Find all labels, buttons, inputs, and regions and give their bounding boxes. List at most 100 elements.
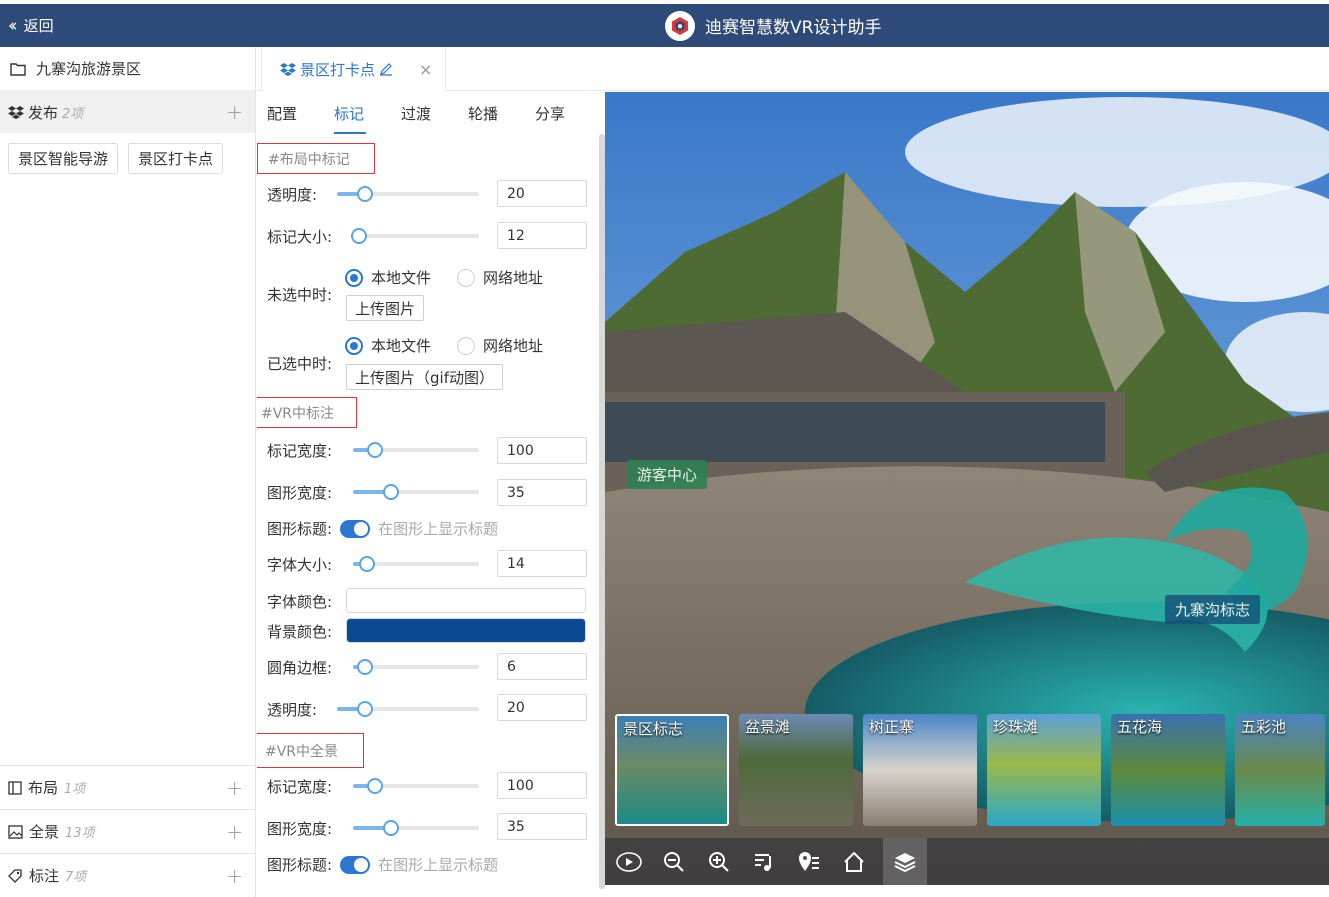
shape-width2-slider[interactable] — [353, 820, 479, 836]
marker-width-input[interactable]: 100 — [497, 437, 587, 464]
font-color-picker[interactable] — [346, 588, 586, 613]
shape-title2-row: 图形标题: 在图形上显示标题 — [267, 854, 498, 875]
section-vr-annotation: #VR中标注 — [257, 397, 357, 428]
shape-width-row: 图形宽度: — [267, 482, 332, 503]
unselected-local-radio[interactable]: 本地文件 — [345, 267, 431, 288]
shape-width-slider[interactable] — [353, 484, 479, 500]
opacity2-slider[interactable] — [337, 701, 479, 717]
shape-width-input[interactable]: 35 — [497, 479, 587, 506]
edit-icon[interactable] — [379, 62, 393, 76]
subtab-share[interactable]: 分享 — [535, 92, 602, 134]
scene-thumbnail[interactable]: 盆景滩 — [739, 714, 853, 826]
subtab-transition[interactable]: 过渡 — [401, 92, 468, 134]
tab-scenic-checkin[interactable]: 景区打卡点 × — [261, 47, 446, 91]
hotspot-jiuzhaigou-sign[interactable]: 九寨沟标志 — [1165, 595, 1261, 624]
font-size-label: 字体大小: — [267, 556, 333, 574]
marker-width2-row: 标记宽度: — [267, 776, 332, 797]
marker-width-slider[interactable] — [353, 442, 479, 458]
add-layout-button[interactable]: + — [226, 776, 243, 800]
sidebar-section-annotation[interactable]: 标注 7项 + — [0, 853, 255, 897]
marker-size-input[interactable]: 12 — [497, 222, 587, 249]
shape-title2-toggle[interactable] — [340, 855, 371, 874]
font-color-row: 字体颜色: — [267, 591, 332, 612]
font-size-input[interactable]: 14 — [497, 550, 587, 577]
selected-network-radio[interactable]: 网络地址 — [457, 335, 543, 356]
upload-gif-button[interactable]: 上传图片（gif动图） — [346, 364, 503, 390]
unselected-source-radios: 本地文件 网络地址 — [345, 267, 543, 288]
location-list-icon[interactable] — [793, 846, 824, 877]
selected-row: 已选中时: — [267, 353, 332, 374]
opacity2-label: 透明度: — [267, 701, 318, 719]
tab-label: 景区打卡点 — [300, 60, 376, 79]
music-icon[interactable] — [748, 846, 779, 877]
shape-title-hint: 在图形上显示标题 — [378, 520, 499, 538]
top-bar: ‹‹ 返回 迪赛智慧数VR设计助手 — [0, 4, 1329, 47]
add-publish-button[interactable]: + — [226, 100, 243, 124]
project-row[interactable]: 九寨沟旅游景区 — [0, 47, 255, 91]
unselected-network-radio[interactable]: 网络地址 — [457, 267, 543, 288]
font-size-slider[interactable] — [353, 556, 479, 572]
config-subtabs: 配置 标记 过渡 轮播 分享 — [257, 92, 605, 134]
marker-width2-slider[interactable] — [353, 778, 479, 794]
document-tabs: 景区打卡点 × — [257, 47, 1329, 91]
play-tour-icon[interactable] — [613, 846, 644, 877]
folder-icon — [10, 62, 26, 76]
sidebar-section-panorama[interactable]: 全景 13项 + — [0, 809, 255, 853]
shape-width-label: 图形宽度: — [267, 484, 333, 502]
shape-title-row: 图形标题: 在图形上显示标题 — [267, 518, 498, 539]
radius-slider[interactable] — [353, 659, 479, 675]
opacity-slider[interactable] — [337, 186, 479, 202]
subtab-carousel[interactable]: 轮播 — [468, 92, 535, 134]
opacity-input[interactable]: 20 — [497, 180, 587, 207]
scene-thumbnail[interactable]: 景区标志 — [615, 714, 729, 826]
config-panel: 配置 标记 过渡 轮播 分享 #布局中标记 透明度: 20 标记大小: 12 未… — [257, 92, 605, 897]
scene-thumbnail[interactable]: 珍珠滩 — [987, 714, 1101, 826]
marker-size-label: 标记大小: — [267, 228, 333, 246]
opacity-row: 透明度: — [267, 184, 317, 205]
scene-thumbnail[interactable]: 五花海 — [1111, 714, 1225, 826]
vr-viewer[interactable]: 游客中心 九寨沟标志 景区标志 盆景滩 树正寨 珍珠滩 五花海 五彩池 — [605, 92, 1329, 885]
shape-width2-row: 图形宽度: — [267, 818, 332, 839]
marker-width2-input[interactable]: 100 — [497, 772, 587, 799]
publish-chip-checkin[interactable]: 景区打卡点 — [128, 143, 224, 174]
layers-icon[interactable] — [883, 838, 927, 885]
scene-thumbnail[interactable]: 树正寨 — [863, 714, 977, 826]
marker-width-row: 标记宽度: — [267, 440, 332, 461]
zoom-out-icon[interactable] — [658, 846, 689, 877]
shape-width2-input[interactable]: 35 — [497, 813, 587, 840]
add-annotation-button[interactable]: + — [226, 864, 243, 888]
dropbox-icon — [280, 63, 296, 76]
publish-chips: 景区智能导游 景区打卡点 — [0, 133, 255, 184]
close-tab-icon[interactable]: × — [419, 60, 432, 79]
home-icon[interactable] — [838, 846, 869, 877]
project-name: 九寨沟旅游景区 — [36, 60, 142, 78]
sidebar-section-layout[interactable]: 布局 1项 + — [0, 765, 255, 809]
shape-title-toggle[interactable] — [340, 519, 371, 538]
double-chevron-left-icon: ‹‹ — [8, 15, 17, 36]
bg-color-picker[interactable] — [346, 618, 586, 643]
section-count: 13项 — [65, 826, 95, 841]
shape-title-label: 图形标题: — [267, 520, 333, 538]
back-label: 返回 — [23, 17, 54, 35]
image-icon — [8, 824, 23, 839]
bg-color-label: 背景颜色: — [267, 623, 333, 641]
section-count: 1项 — [64, 782, 86, 797]
opacity2-input[interactable]: 20 — [497, 694, 587, 721]
marker-size-slider[interactable] — [351, 228, 479, 244]
publish-chip-guide[interactable]: 景区智能导游 — [8, 143, 119, 174]
zoom-in-icon[interactable] — [703, 846, 734, 877]
upload-image-button[interactable]: 上传图片 — [346, 295, 425, 321]
section-label: 标注 — [29, 867, 60, 885]
add-panorama-button[interactable]: + — [226, 820, 243, 844]
publish-section-header[interactable]: 发布 2项 + — [0, 91, 255, 133]
subtab-marker[interactable]: 标记 — [334, 92, 401, 134]
section-vr-panorama: #VR中全景 — [257, 733, 364, 768]
subtab-config[interactable]: 配置 — [267, 92, 334, 134]
hotspot-visitor-center[interactable]: 游客中心 — [627, 460, 708, 489]
scene-thumbnail[interactable]: 五彩池 — [1235, 714, 1325, 826]
selected-local-radio[interactable]: 本地文件 — [345, 335, 431, 356]
back-button[interactable]: ‹‹ 返回 — [8, 4, 54, 47]
radius-input[interactable]: 6 — [497, 653, 587, 680]
unselected-row: 未选中时: — [267, 284, 332, 305]
bg-color-row: 背景颜色: — [267, 621, 332, 642]
